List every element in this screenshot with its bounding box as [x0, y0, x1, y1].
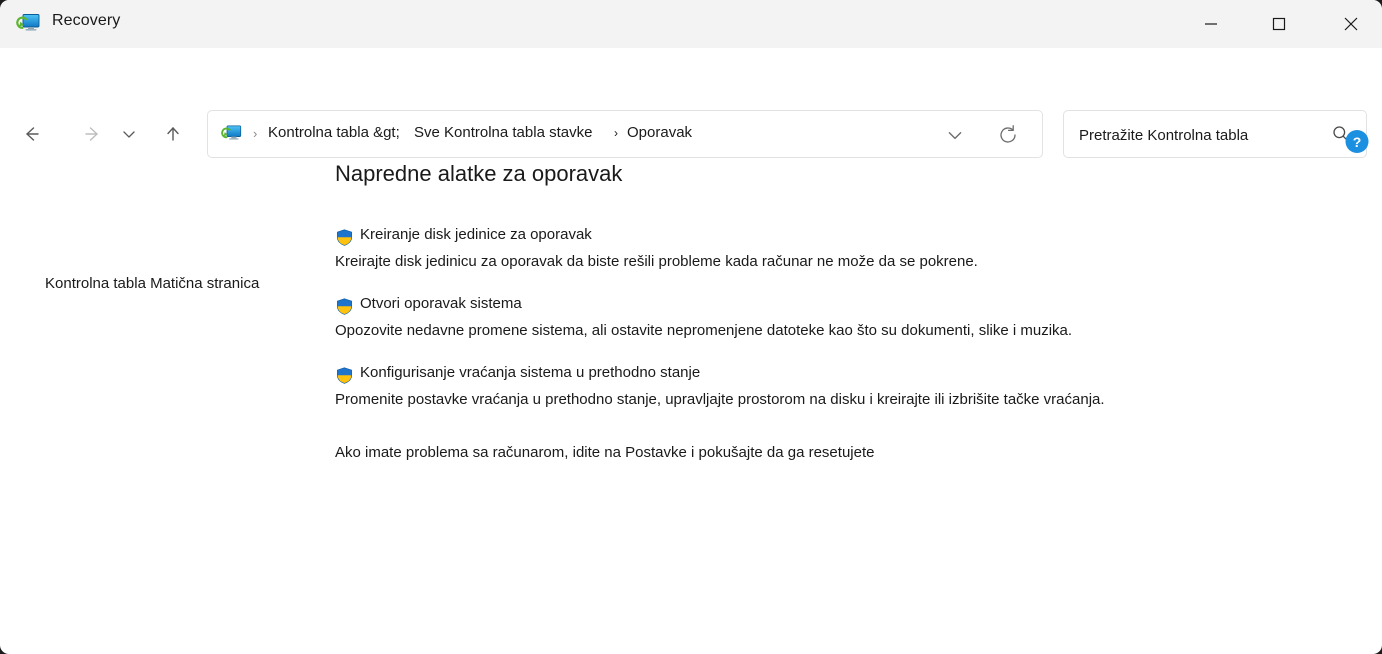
recovery-monitor-icon — [16, 10, 44, 38]
task-link-label: Konfigurisanje vraćanja sistema u pretho… — [360, 364, 701, 381]
sidebar-item-control-panel-home[interactable]: Kontrolna tabla Matična stranica — [45, 275, 259, 292]
uac-shield-icon — [336, 229, 353, 246]
task-description: Opozovite nedavne promene sistema, ali o… — [335, 322, 1073, 339]
task-link-configure-system-restore[interactable]: Konfigurisanje vraćanja sistema u pretho… — [335, 364, 1335, 388]
navigation-toolbar: › Kontrolna tabla &gt; Sve Kontrolna tab… — [0, 48, 1382, 159]
minimize-icon[interactable] — [1188, 0, 1234, 48]
task-link-label: Kreiranje disk jedinice za oporavak — [360, 226, 592, 243]
task-item: Kreiranje disk jedinice za oporavak Krei… — [335, 226, 1335, 270]
close-icon[interactable] — [1328, 0, 1374, 48]
title-bar: Recovery — [0, 0, 1382, 48]
reset-pc-note: Ako imate problema sa računarom, idite n… — [335, 444, 875, 461]
main-content: Napredne alatke za oporavak Kreiranje di… — [334, 124, 1382, 654]
task-link-open-system-restore[interactable]: Otvori oporavak sistema — [335, 295, 1335, 319]
task-item: Otvori oporavak sistema Opozovite nedavn… — [335, 295, 1335, 339]
task-description: Kreirajte disk jedinicu za oporavak da b… — [335, 253, 978, 270]
page-title: Napredne alatke za oporavak — [335, 161, 623, 186]
task-item: Konfigurisanje vraćanja sistema u pretho… — [335, 364, 1335, 408]
maximize-icon[interactable] — [1256, 0, 1302, 48]
task-link-label: Otvori oporavak sistema — [360, 295, 522, 312]
recovery-window: Recovery › Kontrolna tabla &gt; Sve Kont… — [0, 0, 1382, 654]
window-title: Recovery — [52, 12, 121, 29]
uac-shield-icon — [336, 298, 353, 315]
uac-shield-icon — [336, 367, 353, 384]
sidebar: Kontrolna tabla Matična stranica Takođe … — [0, 124, 334, 654]
task-description: Promenite postavke vraćanja u prethodno … — [335, 391, 1105, 408]
task-link-create-recovery-drive[interactable]: Kreiranje disk jedinice za oporavak — [335, 226, 1335, 250]
